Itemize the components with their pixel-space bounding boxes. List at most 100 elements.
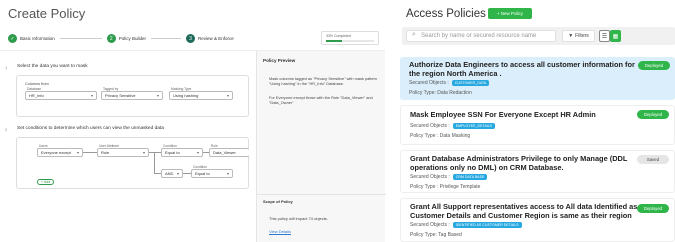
attribute-select[interactable]: Role ▾ [97, 148, 149, 157]
status-badge: Deployed [637, 204, 669, 213]
policy-card[interactable]: Grant Database Administrators Privilege … [400, 150, 675, 193]
secured-label: Secured Objects : [410, 174, 450, 180]
connector-line [154, 152, 155, 173]
progress-fill [326, 40, 342, 42]
scope-text: This policy will impact 74 objects. [269, 216, 328, 221]
grid-icon: ▦ [612, 33, 619, 40]
step-number-icon: 2 [106, 34, 116, 43]
secured-objects-row: Secured Objects : CRM DATA BASE [410, 174, 488, 180]
toolbar: ⌕ Search by name or secured resource nam… [402, 27, 675, 45]
chevron-down-icon: ▾ [142, 150, 145, 155]
chevron-down-icon: ▾ [76, 150, 79, 155]
section-title: Select the data you want to mask [17, 64, 88, 69]
search-icon: ⌕ [412, 31, 416, 38]
condition-select[interactable]: Equal to ▾ [191, 169, 233, 178]
connector-line [154, 173, 161, 174]
secured-object-tag[interactable]: CRM DATA BASE [452, 174, 488, 180]
status-badge: Deployed [638, 61, 670, 70]
attribute-value: Role [101, 150, 110, 155]
secured-label: Secured Objects : [410, 222, 450, 228]
policy-title[interactable]: Grant Database Administrators Privilege … [410, 154, 638, 172]
scope-heading: Scope of Policy [263, 199, 293, 204]
preview-text: For Everyone except those with the Role … [269, 95, 373, 105]
page-title: Create Policy [8, 6, 86, 21]
masking-value: Using hashing [173, 93, 199, 98]
users-value: Everyone except [41, 150, 71, 155]
step-number-icon: 3 [186, 34, 196, 43]
tag-value: Privacy Sensitive [105, 93, 136, 98]
grid-view-toggle[interactable]: ▦ [610, 30, 621, 42]
chevron-down-icon: ▾ [196, 150, 199, 155]
connector-line [83, 152, 97, 153]
filters-button[interactable]: ▼ Filters [562, 30, 595, 42]
policy-card[interactable]: Authorize Data Engineers to access all c… [400, 57, 675, 100]
users-select[interactable]: Everyone except ▾ [37, 148, 83, 157]
search-input[interactable]: ⌕ Search by name or secured resource nam… [406, 30, 556, 42]
secured-objects-row: Secured Objects : EMPLOYEE_DETAILS [410, 123, 496, 129]
preview-text: Mask columns tagged as "Privacy Sensitiv… [269, 76, 378, 86]
and-value: AND [165, 171, 174, 176]
condition-value: Equal to [165, 150, 180, 155]
new-policy-button[interactable]: + New Policy [488, 8, 532, 19]
conditions-card: Users Everyone except ▾ User Attribute R… [16, 137, 249, 189]
preview-heading: Policy Preview [263, 58, 296, 63]
step-label-review[interactable]: Review & Enforce [198, 36, 234, 41]
section-number: 2 [5, 127, 8, 132]
step-label-builder[interactable]: Policy Builder [119, 36, 146, 41]
policy-title[interactable]: Mask Employee SSN For Everyone Except HR… [410, 110, 638, 119]
chevron-down-icon: ▾ [156, 93, 159, 98]
connector-line [183, 173, 191, 174]
role-value: Data_Viewer [213, 150, 236, 155]
policy-title[interactable]: Grant All Support representatives access… [410, 202, 638, 220]
create-policy-panel: Create Policy ✓ Basic Information 2 Poli… [0, 0, 386, 242]
status-badge: Saved [637, 155, 669, 164]
add-condition-button[interactable]: + Add [37, 179, 55, 185]
role-input[interactable]: Data_Viewer [209, 148, 249, 157]
mask-data-card: Columns from Database HR_Info ▾ Tagged b… [16, 75, 249, 117]
secured-object-tag[interactable]: IDENTIFIED AS CUSTOMER DETAILS [452, 222, 522, 228]
policy-preview-panel: Policy Preview Mask columns tagged as "P… [256, 51, 386, 242]
step-label-basic[interactable]: Basic Information [20, 36, 55, 41]
status-badge: Deployed [637, 110, 669, 119]
policy-title[interactable]: Authorize Data Engineers to access all c… [409, 60, 637, 78]
policy-type: Policy Type : Data Masking [410, 133, 471, 139]
list-icon: ☰ [601, 33, 608, 40]
policy-type: Policy Type : Privilege Template [410, 184, 481, 190]
connector-line [149, 152, 161, 153]
database-value: HR_Info [29, 93, 44, 98]
condition-select[interactable]: Equal to ▾ [161, 148, 203, 157]
divider [257, 194, 386, 195]
columns-from-label: Columns from [25, 82, 49, 86]
progress-track [326, 40, 374, 42]
list-view-toggle[interactable]: ☰ [599, 30, 610, 42]
secured-label: Secured Objects : [410, 123, 450, 129]
filters-label: Filters [575, 33, 589, 39]
chevron-down-icon: ▾ [90, 93, 93, 98]
tag-select[interactable]: Privacy Sensitive ▾ [101, 91, 163, 100]
database-select[interactable]: HR_Info ▾ [25, 91, 97, 100]
step-complete-icon: ✓ [8, 34, 17, 43]
stepper: ✓ Basic Information 2 Policy Builder 3 R… [8, 34, 308, 43]
secured-objects-row: Secured Objects : CUSTOMER_DATA [409, 80, 490, 86]
condition-value: Equal to [195, 171, 210, 176]
policy-type: Policy Type: Tag Based [410, 232, 462, 238]
progress-label: 33% Completed [326, 34, 351, 38]
view-details-link[interactable]: View Details [269, 229, 291, 234]
search-placeholder: Search by name or secured resource name [421, 33, 537, 39]
secured-label: Secured Objects : [409, 80, 449, 86]
secured-object-tag[interactable]: EMPLOYEE_DETAILS [452, 123, 496, 129]
secured-object-tag[interactable]: CUSTOMER_DATA [451, 80, 490, 86]
section-number: 1 [5, 65, 8, 70]
chevron-down-icon: ▾ [226, 171, 229, 176]
policy-card[interactable]: Mask Employee SSN For Everyone Except HR… [400, 105, 675, 145]
chevron-down-icon: ▾ [176, 171, 179, 176]
page-title: Access Policies [406, 8, 486, 20]
section-title: Set conditions to determine which users … [17, 126, 164, 131]
access-policies-panel: Access Policies + New Policy ⌕ Search by… [400, 0, 675, 242]
step-connector [151, 38, 182, 39]
masking-select[interactable]: Using hashing ▾ [169, 91, 233, 100]
and-select[interactable]: AND ▾ [161, 169, 183, 178]
policy-card[interactable]: Grant All Support representatives access… [400, 198, 675, 242]
step-connector [59, 38, 102, 39]
progress-box: 33% Completed [321, 31, 379, 45]
